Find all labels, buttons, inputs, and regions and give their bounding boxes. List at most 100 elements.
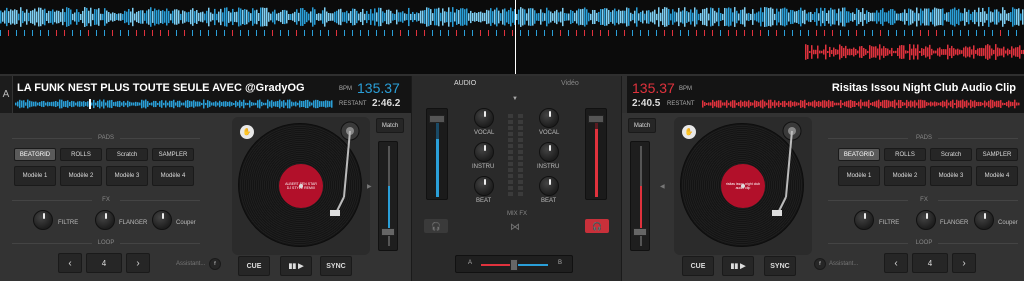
headphone-icon: 🎧	[592, 221, 602, 231]
mix-fx-icon[interactable]: ⋈	[510, 222, 520, 233]
sync-button-left[interactable]: SYNC	[320, 256, 352, 276]
pitch-handle[interactable]	[381, 228, 395, 236]
pad-4[interactable]: Modèle 4	[152, 166, 194, 186]
pad-4[interactable]: Modèle 4	[976, 166, 1018, 186]
eq-beat-knob-right[interactable]	[539, 176, 559, 196]
fx-flanger-knob[interactable]	[916, 210, 936, 230]
grab-icon[interactable]: ✋	[240, 125, 254, 139]
mixer-menu-icon[interactable]: ▼	[512, 96, 518, 102]
vu-level-left	[436, 139, 439, 197]
fx-filter-knob[interactable]	[854, 210, 874, 230]
eq-label: INSTRU	[472, 164, 495, 170]
cue-button-left[interactable]: CUE	[238, 256, 270, 276]
assistant-toggle[interactable]: f	[814, 258, 826, 270]
tonearm-left	[330, 121, 360, 216]
tab-audio[interactable]: AUDIO	[454, 80, 476, 87]
loop-label: LOOP	[97, 240, 115, 246]
track-title-left: LA FUNK NEST PLUS TOUTE SEULE AVEC @Grad…	[17, 82, 305, 94]
chevron-right-icon: ›	[136, 257, 140, 269]
fx-cut-knob[interactable]	[152, 210, 172, 230]
pitch-slider-right[interactable]	[630, 141, 650, 251]
fx-flanger-label: FLANGER	[940, 220, 969, 226]
eq-vocal-knob-right[interactable]	[539, 108, 559, 128]
eq-instru-knob-left[interactable]	[474, 142, 494, 162]
fx-label: FX	[102, 197, 110, 203]
divider	[120, 200, 200, 201]
tab-rolls[interactable]: ROLLS	[884, 148, 926, 161]
tab-scratch[interactable]: Scratch	[930, 148, 972, 161]
fader-handle[interactable]	[429, 115, 445, 123]
assistant-toggle[interactable]: f	[209, 258, 221, 270]
tab-scratch[interactable]: Scratch	[106, 148, 148, 161]
match-button[interactable]: Match	[628, 118, 656, 133]
headphone-icon: 🎧	[431, 221, 441, 231]
fx-filter-label: FILTRE	[879, 220, 900, 226]
mini-waveform-left[interactable]	[15, 99, 333, 109]
divider	[120, 138, 200, 139]
tab-beatgrid[interactable]: BEATGRID	[838, 148, 880, 161]
virtual-dj-app: A LA FUNK NEST PLUS TOUTE SEULE AVEC @Gr…	[0, 0, 1024, 281]
waveform-overview[interactable]	[0, 0, 1024, 74]
fx-label: FX	[920, 197, 928, 203]
tab-sampler[interactable]: SAMPLER	[976, 148, 1018, 161]
crossfader[interactable]: A B	[455, 255, 573, 273]
match-button[interactable]: Match	[376, 118, 404, 133]
remaining-label-right: RESTANT	[667, 101, 695, 107]
deck-right-header: 135.37 BPM 2:40.5 RESTANT Risitas Issou …	[627, 76, 1024, 113]
eq-instru-knob-right[interactable]	[539, 142, 559, 162]
loop-prev-button[interactable]: ‹	[884, 253, 908, 273]
cue-button-right[interactable]: CUE	[682, 256, 714, 276]
volume-fader-left[interactable]	[426, 108, 448, 200]
pad-2[interactable]: Modèle 2	[884, 166, 926, 186]
loop-next-button[interactable]: ›	[126, 253, 150, 273]
pitch-handle[interactable]	[633, 228, 647, 236]
fx-flanger-label: FLANGER	[119, 220, 148, 226]
volume-fader-right[interactable]	[585, 108, 607, 200]
loop-next-button[interactable]: ›	[952, 253, 976, 273]
eq-label: VOCAL	[474, 130, 495, 136]
eq-beat-knob-left[interactable]	[474, 176, 494, 196]
mini-waveform-right[interactable]	[702, 99, 1020, 109]
grab-icon[interactable]: ✋	[682, 125, 696, 139]
crossfader-handle[interactable]	[510, 259, 518, 271]
fx-cut-label: Couper	[176, 220, 196, 226]
divider	[938, 200, 1018, 201]
eq-vocal-knob-left[interactable]	[474, 108, 494, 128]
pitch-slider-left[interactable]	[378, 141, 398, 251]
tab-rolls[interactable]: ROLLS	[60, 148, 102, 161]
pad-1[interactable]: Modèle 1	[838, 166, 880, 186]
fx-flanger-knob[interactable]	[95, 210, 115, 230]
play-pause-button-left[interactable]: ▮▮ ▶	[280, 256, 312, 276]
pads-label: PADS	[916, 135, 932, 141]
loop-label: LOOP	[915, 240, 933, 246]
crossfader-left-fill	[481, 264, 513, 266]
headphone-button-left[interactable]: 🎧	[424, 219, 448, 233]
pad-2[interactable]: Modèle 2	[60, 166, 102, 186]
headphone-button-right[interactable]: 🎧	[585, 219, 609, 233]
remaining-time-left: 2:46.2	[372, 98, 401, 109]
tab-sampler[interactable]: SAMPLER	[152, 148, 194, 161]
tab-video[interactable]: Vidéo	[561, 80, 579, 87]
fx-filter-label: FILTRE	[58, 220, 79, 226]
level-meter-left	[508, 114, 513, 206]
loop-prev-button[interactable]: ‹	[58, 253, 82, 273]
chevron-right-icon: ›	[962, 257, 966, 269]
jogwheel-left[interactable]: ALBERT SEN STAR DJ STYLE REMIX ✋	[232, 117, 370, 255]
sync-button-right[interactable]: SYNC	[764, 256, 796, 276]
fx-cut-knob[interactable]	[974, 210, 994, 230]
divider	[12, 200, 92, 201]
divider	[938, 243, 1018, 244]
fx-filter-knob[interactable]	[33, 210, 53, 230]
play-pause-button-right[interactable]: ▮▮ ▶	[722, 256, 754, 276]
fader-handle[interactable]	[588, 115, 604, 123]
fx-cut-label: Couper	[998, 220, 1018, 226]
pad-3[interactable]: Modèle 3	[106, 166, 148, 186]
vu-level-right	[595, 129, 598, 197]
pad-1[interactable]: Modèle 1	[14, 166, 56, 186]
remaining-time-right: 2:40.5	[632, 98, 661, 109]
mixer: AUDIO Vidéo ▼ VOCAL INSTRU BEAT VOCAL IN…	[411, 76, 622, 281]
jogwheel-right[interactable]: risitas issou night club audio clip ✋	[674, 117, 812, 255]
pad-3[interactable]: Modèle 3	[930, 166, 972, 186]
deck-right: Match ◀ risitas issou night club audio c…	[622, 113, 1024, 281]
tab-beatgrid[interactable]: BEATGRID	[14, 148, 56, 161]
